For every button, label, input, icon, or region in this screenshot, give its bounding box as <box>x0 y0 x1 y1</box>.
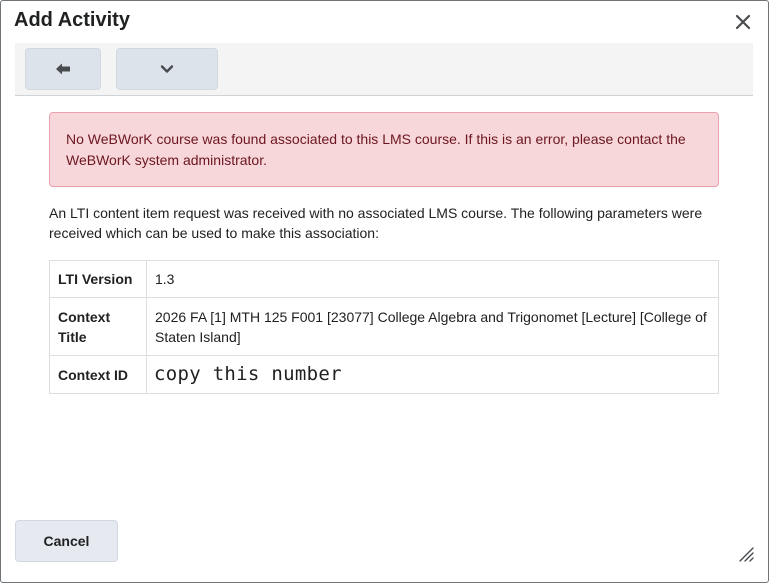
close-button[interactable] <box>734 13 752 31</box>
parameters-table: LTI Version 1.3 Context Title 2026 FA [1… <box>49 260 719 394</box>
param-value-cell: copy this number <box>146 355 719 394</box>
table-row: Context Title 2026 FA [1] MTH 125 F001 [… <box>49 297 719 356</box>
arrow-left-icon <box>56 63 70 75</box>
resize-grip-icon <box>739 547 754 562</box>
context-id-value[interactable]: copy this number <box>151 363 342 385</box>
chevron-down-icon <box>160 65 174 73</box>
back-button[interactable] <box>25 48 101 90</box>
resize-handle[interactable] <box>738 546 754 562</box>
intro-text: An LTI content item request was received… <box>49 205 703 241</box>
table-row: LTI Version 1.3 <box>49 260 719 298</box>
dialog-title: Add Activity <box>14 9 130 31</box>
param-value: 2026 FA [1] MTH 125 F001 [23077] College… <box>146 297 719 356</box>
param-key: LTI Version <box>49 260 147 298</box>
close-icon <box>735 14 751 30</box>
add-activity-dialog: Add Activity No WeBWorK course was found… <box>0 0 769 583</box>
param-value: 1.3 <box>146 260 719 298</box>
cancel-button[interactable]: Cancel <box>15 520 118 562</box>
more-options-button[interactable] <box>116 48 218 90</box>
dialog-toolbar <box>15 43 753 96</box>
table-row: Context ID copy this number <box>49 355 719 394</box>
param-key: Context Title <box>49 297 147 356</box>
error-alert: No WeBWorK course was found associated t… <box>49 112 719 187</box>
alert-message: No WeBWorK course was found associated t… <box>66 131 686 168</box>
param-key: Context ID <box>49 355 147 394</box>
